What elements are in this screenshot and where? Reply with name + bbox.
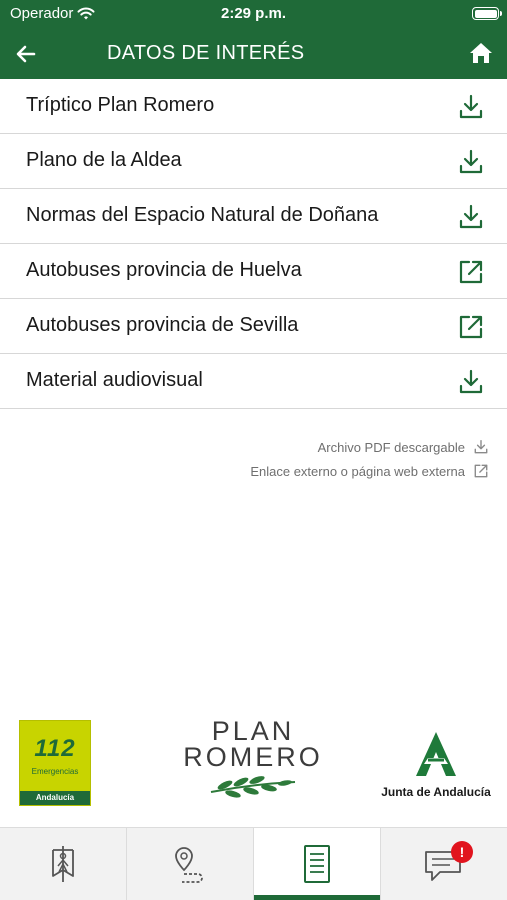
tab-documents[interactable] <box>254 828 381 900</box>
emergency-112-logo: 112 Emergencias Andalucía <box>19 720 91 806</box>
list-item-label: Normas del Espacio Natural de Doñana <box>26 204 379 226</box>
sponsor-logos: 112 Emergencias Andalucía PLAN ROMERO Ju… <box>0 716 507 812</box>
list-item[interactable]: Autobuses provincia de Sevilla <box>0 299 507 354</box>
page-title: DATOS DE INTERÉS <box>107 42 305 64</box>
status-time: 2:29 p.m. <box>220 5 287 22</box>
download-icon <box>459 369 483 394</box>
list-item[interactable]: Plano de la Aldea <box>0 134 507 189</box>
list-item-label: Material audiovisual <box>26 369 203 391</box>
tab-messages[interactable]: ! <box>381 828 507 900</box>
list-item-label: Plano de la Aldea <box>26 149 182 171</box>
junta-a-icon <box>416 732 456 776</box>
download-icon <box>459 149 483 174</box>
tab-bar: ! <box>0 827 507 900</box>
tab-pilgrimage[interactable] <box>0 828 127 900</box>
list-item-label: Autobuses provincia de Sevilla <box>26 314 299 336</box>
legend-pdf-label: Archivo PDF descargable <box>317 439 465 455</box>
list-item[interactable]: Autobuses provincia de Huelva <box>0 244 507 299</box>
external-link-icon <box>459 260 483 284</box>
external-link-icon <box>459 315 483 339</box>
route-map-pin-icon <box>175 847 203 883</box>
list-item-label: Autobuses provincia de Huelva <box>26 259 302 281</box>
junta-andalucia-logo: Junta de Andalucía <box>380 730 492 810</box>
list-item[interactable]: Material audiovisual <box>0 354 507 409</box>
list-item[interactable]: Normas del Espacio Natural de Doñana <box>0 189 507 244</box>
legend-external: Enlace externo o página web externa <box>250 459 489 483</box>
emergency-region: Andalucía <box>20 791 90 805</box>
tab-route-map[interactable] <box>127 828 254 900</box>
document-list: Tríptico Plan Romero Plano de la Aldea N… <box>0 79 507 409</box>
plan-romero-logo: PLAN ROMERO <box>178 718 328 798</box>
arrow-left-icon[interactable] <box>12 40 40 68</box>
olive-branch-icon <box>210 776 296 798</box>
list-item[interactable]: Tríptico Plan Romero <box>0 79 507 134</box>
legend-external-label: Enlace externo o página web externa <box>250 463 465 479</box>
plan-logo-line2: ROMERO <box>183 742 323 772</box>
header-bar: DATOS DE INTERÉS <box>0 28 507 79</box>
plan-logo-line1: PLAN <box>211 716 295 746</box>
list-item-label: Tríptico Plan Romero <box>26 94 215 116</box>
notification-badge: ! <box>451 841 473 863</box>
external-link-icon <box>474 464 488 478</box>
icon-legend: Archivo PDF descargable Enlace externo o… <box>250 435 489 483</box>
download-icon <box>459 94 483 119</box>
emergency-text: Emergencias <box>31 767 79 776</box>
home-icon[interactable] <box>467 39 495 67</box>
pilgrim-banner-icon <box>52 846 74 882</box>
junta-label: Junta de Andalucía <box>381 785 491 799</box>
document-list-icon <box>304 845 330 883</box>
status-bar: Operador 2:29 p.m. <box>0 0 507 28</box>
battery-icon <box>472 7 502 20</box>
emergency-number: 112 <box>34 735 76 762</box>
download-icon <box>474 440 488 454</box>
legend-pdf: Archivo PDF descargable <box>250 435 489 459</box>
download-icon <box>459 204 483 229</box>
